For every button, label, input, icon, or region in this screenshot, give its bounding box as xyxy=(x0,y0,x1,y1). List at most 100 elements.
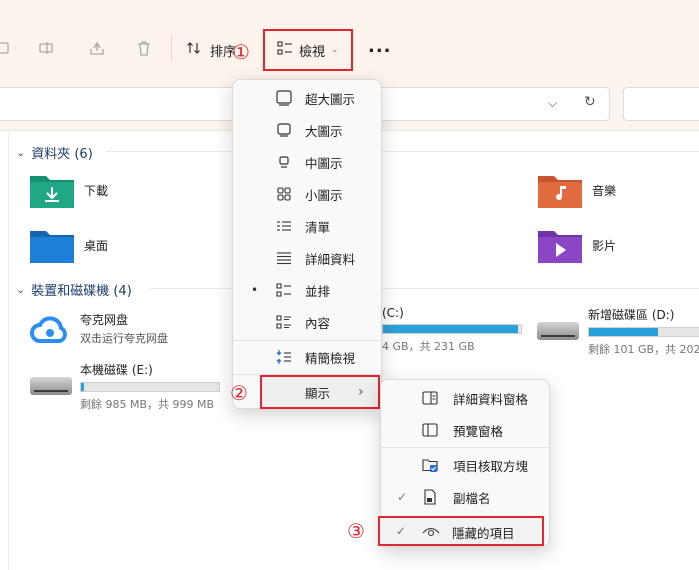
menu-item-tiles[interactable]: • 並排 xyxy=(233,274,383,306)
drive-e[interactable]: 本機磁碟 (E:) 剩餘 985 MB，共 999 MB xyxy=(80,361,220,412)
menu-item-details-pane[interactable]: 詳細資料窗格 xyxy=(381,382,551,414)
item-checkbox-icon xyxy=(421,456,439,474)
drive-info: 双击运行夸克网盘 xyxy=(80,332,168,345)
drive-info: 剩餘 101 GB，共 202 xyxy=(588,343,699,356)
menu-item-label: 顯示 xyxy=(305,385,331,401)
menu-item-label: 副檔名 xyxy=(453,490,491,506)
sort-button[interactable]: 排序 xyxy=(186,40,236,60)
folder-name: 影片 xyxy=(592,238,617,253)
list-icon xyxy=(275,217,293,235)
folder-name: 桌面 xyxy=(84,238,109,253)
menu-item-hidden-items[interactable]: ✓ 隱藏的項目 xyxy=(378,516,544,546)
menu-item-label: 超大圖示 xyxy=(305,91,356,107)
folder-name: 音樂 xyxy=(592,183,617,198)
drive-usage-bar xyxy=(382,324,522,334)
details-icon xyxy=(275,249,293,267)
menu-item-label: 精簡檢視 xyxy=(305,350,356,366)
drive-usage-bar xyxy=(80,382,220,392)
view-label: 檢視 xyxy=(299,44,326,60)
group-divider xyxy=(382,151,699,152)
folder-videos[interactable]: 影片 xyxy=(538,227,616,263)
hard-drive-icon xyxy=(30,377,72,395)
folder-downloads[interactable]: 下載 xyxy=(30,172,108,208)
view-menu: 超大圖示 大圖示 中圖示 小圖示 清單 詳細資料 • 並排 內容 精簡檢視 xyxy=(232,79,383,409)
more-options-button[interactable]: ... xyxy=(368,36,392,57)
hard-drive-icon xyxy=(537,322,579,340)
compact-view-icon xyxy=(275,348,293,366)
annotation-step-1: ① xyxy=(232,40,250,64)
annotation-step-2: ② xyxy=(230,381,248,405)
drives-group-title: 裝置和磁碟機 (4) xyxy=(31,284,132,299)
search-input[interactable] xyxy=(623,87,699,121)
menu-divider xyxy=(381,447,551,448)
drive-d[interactable]: 新增磁碟區 (D:) 剩餘 101 GB，共 202 xyxy=(588,306,699,357)
extra-large-icons-icon xyxy=(275,89,293,107)
menu-item-list[interactable]: 清單 xyxy=(233,210,383,242)
cloud-drive-icon xyxy=(30,313,70,348)
menu-item-label: 內容 xyxy=(305,315,331,331)
menu-item-details[interactable]: 詳細資料 xyxy=(233,242,383,274)
folder-music[interactable]: 音樂 xyxy=(538,172,616,208)
large-icons-icon xyxy=(275,121,293,139)
menu-item-label: 清單 xyxy=(305,219,331,235)
view-button[interactable]: 檢視 ⌄ xyxy=(263,29,353,71)
details-pane-icon xyxy=(421,389,439,407)
desktop-folder-icon xyxy=(30,227,74,263)
tiles-icon xyxy=(275,281,293,299)
drive-info: 剩餘 985 MB，共 999 MB xyxy=(80,398,215,411)
toolbar-divider xyxy=(171,34,172,62)
preview-pane-icon xyxy=(421,421,439,439)
medium-icons-icon xyxy=(275,153,293,171)
drive-info: 4 GB，共 231 GB xyxy=(382,340,475,353)
menu-item-show[interactable]: 顯示 › xyxy=(260,375,380,409)
group-divider xyxy=(106,151,232,152)
copy-icon[interactable] xyxy=(0,38,14,58)
menu-item-content[interactable]: 內容 xyxy=(233,306,383,338)
chevron-down-icon[interactable]: ⌵ xyxy=(548,96,557,111)
menu-item-label: 中圖示 xyxy=(305,155,343,171)
view-icon xyxy=(277,40,293,60)
nav-pane-divider xyxy=(8,130,9,570)
menu-item-label: 詳細資料窗格 xyxy=(453,391,529,407)
menu-item-label: 預覽窗格 xyxy=(453,423,504,439)
menu-item-extra-large-icons[interactable]: 超大圖示 xyxy=(233,82,383,114)
drive-name: 本機磁碟 (E:) xyxy=(80,363,153,377)
menu-item-compact-view[interactable]: 精簡檢視 xyxy=(233,341,383,373)
menu-item-label: 項目核取方塊 xyxy=(453,458,529,474)
delete-icon[interactable] xyxy=(134,38,154,58)
selected-bullet-icon: • xyxy=(251,283,259,297)
videos-folder-icon xyxy=(538,227,582,263)
folders-group-title: 資料夾 (6) xyxy=(31,147,93,162)
chevron-down-icon: ⌄ xyxy=(16,283,26,296)
rename-icon[interactable] xyxy=(37,38,57,58)
menu-item-medium-icons[interactable]: 中圖示 xyxy=(233,146,383,178)
check-icon: ✓ xyxy=(396,524,407,538)
menu-item-item-checkboxes[interactable]: 項目核取方塊 xyxy=(381,449,551,481)
menu-item-file-extensions[interactable]: ✓ 副檔名 xyxy=(381,481,551,513)
drive-name: 新增磁碟區 (D:) xyxy=(588,308,675,322)
group-divider xyxy=(150,288,232,289)
refresh-icon[interactable]: ↻ xyxy=(584,94,596,110)
folder-desktop[interactable]: 桌面 xyxy=(30,227,108,263)
menu-item-large-icons[interactable]: 大圖示 xyxy=(233,114,383,146)
share-icon[interactable] xyxy=(87,38,107,58)
content-icon xyxy=(275,313,293,331)
music-folder-icon xyxy=(538,172,582,208)
annotation-step-3: ③ xyxy=(347,519,365,543)
folders-group-header[interactable]: ⌄ 資料夾 (6) xyxy=(16,143,93,162)
folder-name: 下載 xyxy=(84,183,109,198)
menu-item-label: 並排 xyxy=(305,283,331,299)
drive-c[interactable]: (C:) 4 GB，共 231 GB xyxy=(382,306,522,354)
drives-group-header[interactable]: ⌄ 裝置和磁碟機 (4) xyxy=(16,280,132,299)
eye-icon xyxy=(422,524,440,541)
chevron-right-icon: › xyxy=(358,384,364,400)
drive-name: (C:) xyxy=(382,306,404,320)
file-extension-icon xyxy=(421,488,439,506)
menu-item-label: 隱藏的項目 xyxy=(452,526,515,541)
menu-item-preview-pane[interactable]: 預覽窗格 xyxy=(381,414,551,446)
menu-item-label: 詳細資料 xyxy=(305,251,356,267)
downloads-folder-icon xyxy=(30,172,74,208)
sort-icon xyxy=(186,40,202,60)
menu-item-small-icons[interactable]: 小圖示 xyxy=(233,178,383,210)
drive-name: 夸克网盘 xyxy=(80,313,129,327)
